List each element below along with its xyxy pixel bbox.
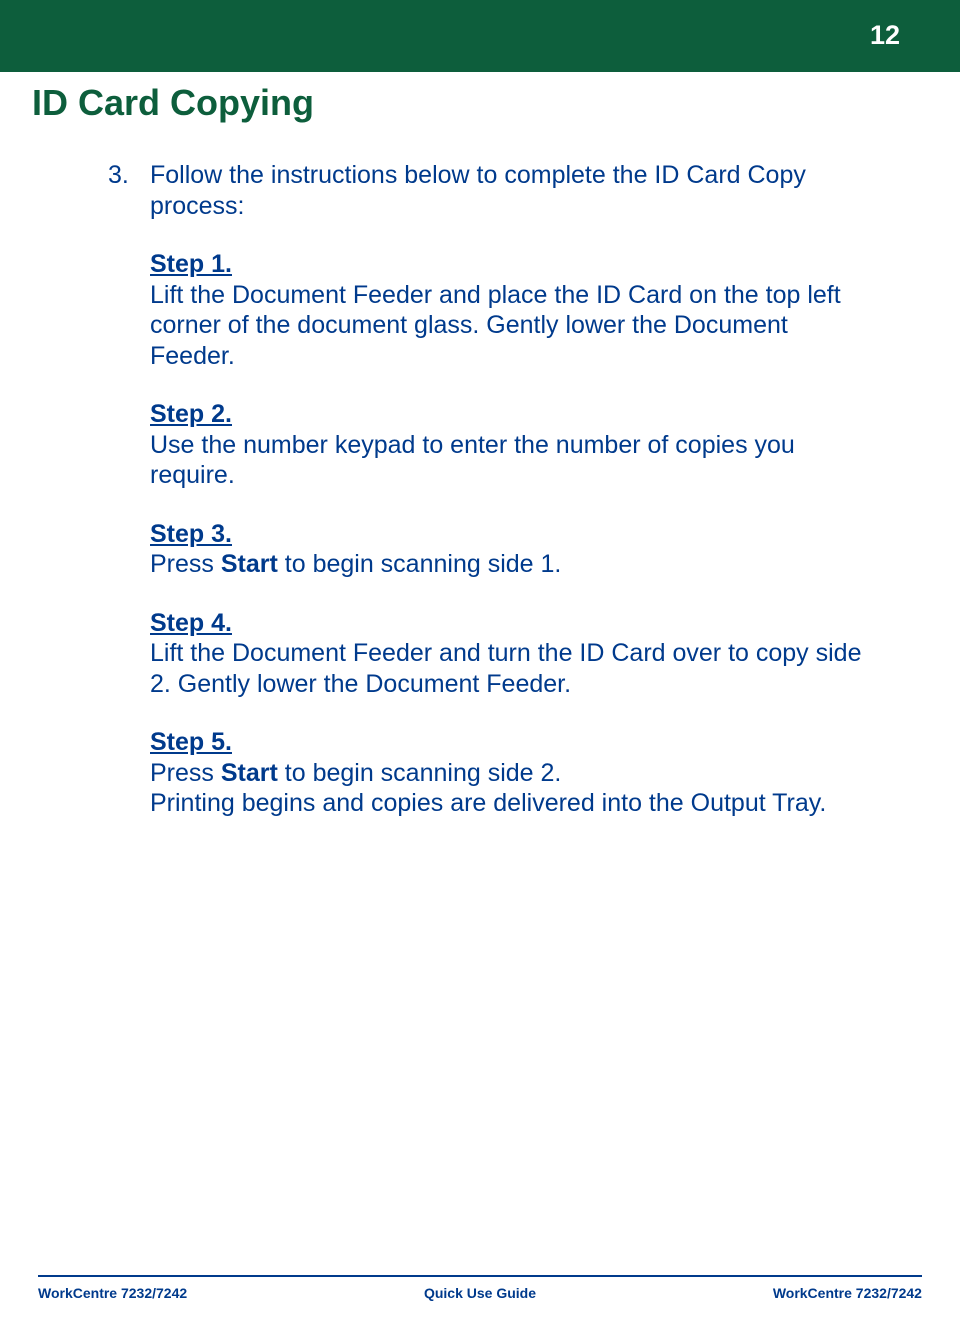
page-title: ID Card Copying xyxy=(32,82,314,124)
footer-left: WorkCentre 7232/7242 xyxy=(38,1285,187,1301)
step-4-heading: Step 4. xyxy=(150,608,870,639)
step-4-body: Lift the Document Feeder and turn the ID… xyxy=(150,638,870,699)
intro-text: Follow the instructions below to complet… xyxy=(150,161,806,220)
step-5-heading: Step 5. xyxy=(150,727,870,758)
step-3-post: to begin scanning side 1. xyxy=(278,550,562,578)
step-3-bold: Start xyxy=(221,550,278,578)
footer-center: Quick Use Guide xyxy=(424,1285,536,1301)
step-5-bold: Start xyxy=(221,759,278,787)
step-5-body: Press Start to begin scanning side 2. Pr… xyxy=(150,758,870,819)
step-5-post: to begin scanning side 2. xyxy=(278,759,562,787)
step-3-body: Press Start to begin scanning side 1. xyxy=(150,549,870,580)
content-body: 3. Follow the instructions below to comp… xyxy=(150,160,870,819)
step-1-body: Lift the Document Feeder and place the I… xyxy=(150,280,870,372)
step-5-extra: Printing begins and copies are delivered… xyxy=(150,788,870,819)
footer-right: WorkCentre 7232/7242 xyxy=(773,1285,922,1301)
intro-paragraph: 3. Follow the instructions below to comp… xyxy=(150,160,870,221)
page-number: 12 xyxy=(870,20,900,51)
step-2-body: Use the number keypad to enter the numbe… xyxy=(150,430,870,491)
step-5-pre: Press xyxy=(150,759,221,787)
step-3-pre: Press xyxy=(150,550,221,578)
step-1-heading: Step 1. xyxy=(150,249,870,280)
footer: WorkCentre 7232/7242 Quick Use Guide Wor… xyxy=(38,1275,922,1301)
header-bar: 12 xyxy=(0,0,960,72)
step-3-heading: Step 3. xyxy=(150,519,870,550)
list-number: 3. xyxy=(108,160,129,191)
step-2-heading: Step 2. xyxy=(150,399,870,430)
